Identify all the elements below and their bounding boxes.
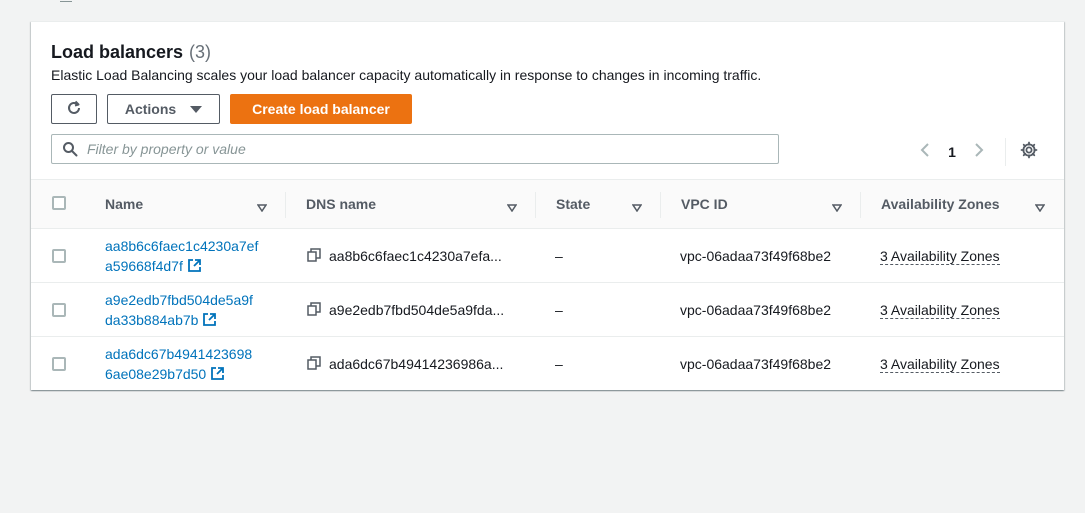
load-balancers-table: Name DNS name State VPC ID Availability … [31,179,1064,391]
sort-caret-icon [831,199,843,215]
vpc-id-cell: vpc-06adaa73f49f68be2 [680,302,832,318]
filter-input[interactable] [87,141,727,157]
column-header-vpc-id[interactable]: VPC ID [681,180,860,228]
search-icon [62,141,78,157]
availability-zones-popover[interactable]: 3 Availability Zones [880,356,1000,373]
column-label: DNS name [306,196,377,212]
column-header-availability-zones[interactable]: Availability Zones [881,180,1061,228]
table-row[interactable]: a9e2edb7fbd504de5a9f da33b884ab7b a9e2ed… [31,283,1064,337]
panel-header: Load balancers (3) Elastic Load Balancin… [51,42,1044,83]
column-divider [285,192,286,218]
column-header-name[interactable]: Name [105,180,285,228]
actions-dropdown[interactable]: Actions [107,94,220,124]
column-label: State [556,196,591,212]
load-balancer-name-link[interactable]: a9e2edb7fbd504de5a9f da33b884ab7b [105,290,275,332]
availability-zones-cell: 3 Availability Zones [880,229,1000,283]
actions-label: Actions [124,101,177,117]
name-line-2: 6ae08e29b7d50 [105,366,207,382]
availability-zones-cell: 3 Availability Zones [880,337,1000,391]
vpc-id-cell: vpc-06adaa73f49f68be2 [680,248,832,264]
panel-title: Load balancers [51,42,184,62]
load-balancer-name-link[interactable]: aa8b6c6faec1c4230a7ef a59668f4d7f [105,236,275,278]
top-divider-stub [60,0,72,2]
dns-name-cell: ada6dc67b49414236986a... [307,337,503,391]
column-divider [660,192,661,218]
state-cell: – [555,248,563,264]
panel-description: Elastic Load Balancing scales your load … [51,67,762,83]
name-line-1: a9e2edb7fbd504de5a9f [105,292,253,308]
availability-zones-popover[interactable]: 3 Availability Zones [880,248,1000,265]
state-cell: – [555,356,563,372]
toolbar: Actions Create load balancer [51,94,412,124]
copy-icon[interactable] [307,301,321,319]
filter-field[interactable] [51,134,779,164]
copy-icon[interactable] [307,247,321,265]
copy-icon[interactable] [307,355,321,373]
sort-caret-icon [256,199,268,215]
caret-down-icon [190,105,203,113]
refresh-button[interactable] [51,94,97,124]
pager-divider [1005,138,1006,166]
name-line-2: a59668f4d7f [105,258,183,274]
name-line-1: aa8b6c6faec1c4230a7ef [105,238,259,254]
column-label: Name [105,196,144,212]
panel-count: (3) [189,42,212,62]
create-label: Create load balancer [252,101,390,117]
next-page-icon[interactable] [973,142,985,163]
table-row[interactable]: ada6dc67b4941423698 6ae08e29b7d50 ada6dc… [31,337,1064,391]
dns-name-text: aa8b6c6faec1c4230a7efa... [329,248,502,264]
pagination: 1 [919,138,1038,166]
column-label: Availability Zones [881,196,1000,212]
column-header-state[interactable]: State [556,180,660,228]
name-line-1: ada6dc67b4941423698 [105,346,253,362]
row-checkbox[interactable] [52,357,66,371]
dns-name-cell: aa8b6c6faec1c4230a7efa... [307,229,502,283]
create-load-balancer-button[interactable]: Create load balancer [230,94,412,124]
dns-name-cell: a9e2edb7fbd504de5a9fda... [307,283,504,337]
column-header-dns-name[interactable]: DNS name [306,180,535,228]
sort-caret-icon [631,199,643,215]
dns-name-text: ada6dc67b49414236986a... [329,356,504,372]
table-row[interactable]: aa8b6c6faec1c4230a7ef a59668f4d7f aa8b6c… [31,229,1064,283]
state-cell: – [555,302,563,318]
vpc-id-cell: vpc-06adaa73f49f68be2 [680,356,832,372]
table-header: Name DNS name State VPC ID Availability … [31,179,1064,229]
availability-zones-cell: 3 Availability Zones [880,283,1000,337]
select-all-checkbox[interactable] [52,196,66,210]
name-line-2: da33b884ab7b [105,312,199,328]
previous-page-icon[interactable] [919,142,931,163]
row-checkbox[interactable] [52,249,66,263]
column-divider [860,192,861,218]
gear-icon[interactable] [1020,141,1038,164]
title-row: Load balancers (3) [51,42,1044,63]
dns-name-text: a9e2edb7fbd504de5a9fda... [329,302,505,318]
row-checkbox[interactable] [52,303,66,317]
column-label: VPC ID [681,196,728,212]
column-divider [535,192,536,218]
external-link-icon [210,366,225,386]
current-page[interactable]: 1 [945,144,959,160]
sort-caret-icon [1034,199,1046,215]
load-balancers-panel: Load balancers (3) Elastic Load Balancin… [31,21,1064,390]
load-balancer-name-link[interactable]: ada6dc67b4941423698 6ae08e29b7d50 [105,344,275,386]
external-link-icon [187,258,202,278]
availability-zones-popover[interactable]: 3 Availability Zones [880,302,1000,319]
refresh-icon [66,100,82,119]
external-link-icon [202,312,217,332]
sort-caret-icon [506,199,518,215]
